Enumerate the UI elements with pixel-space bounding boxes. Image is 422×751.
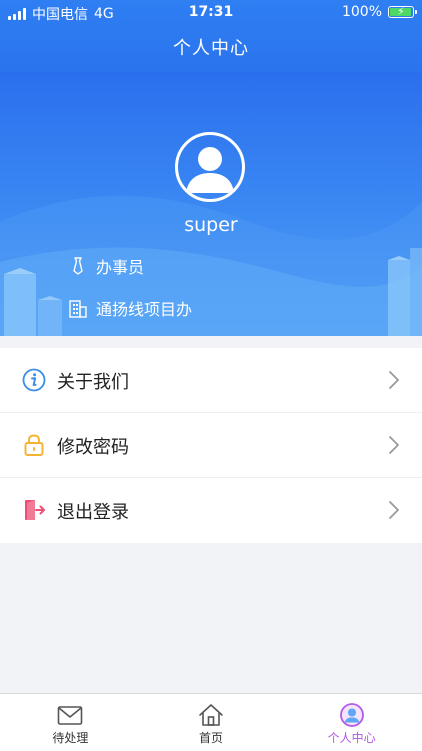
logout-icon bbox=[25, 500, 45, 520]
chevron-right-icon bbox=[389, 501, 399, 519]
department-row: 通扬线项目办 bbox=[68, 296, 192, 320]
tie-icon bbox=[68, 256, 88, 276]
status-bar: 中国电信 4G 17:31 100% ⚡ bbox=[0, 0, 422, 24]
top-bar: 中国电信 4G 17:31 100% ⚡ 个人中心 bbox=[0, 0, 422, 72]
tab-home[interactable]: 首页 bbox=[141, 694, 282, 751]
settings-menu: 关于我们 修改密码 退出登录 bbox=[0, 348, 422, 543]
page-title: 个人中心 bbox=[173, 38, 249, 59]
tab-label: 待处理 bbox=[52, 731, 89, 745]
chevron-right-icon bbox=[389, 371, 399, 389]
lock-icon bbox=[24, 434, 44, 456]
tab-label: 个人中心 bbox=[327, 731, 376, 745]
profile-banner: super 办事员 通扬线项目办 bbox=[0, 72, 422, 336]
menu-item-change-password[interactable]: 修改密码 bbox=[0, 413, 422, 478]
building-icon bbox=[68, 298, 88, 318]
department-label: 通扬线项目办 bbox=[96, 300, 193, 319]
mail-icon bbox=[58, 706, 83, 725]
tab-profile[interactable]: 个人中心 bbox=[281, 694, 422, 751]
menu-item-about[interactable]: 关于我们 bbox=[0, 348, 422, 413]
menu-item-label: 修改密码 bbox=[57, 437, 129, 458]
user-avatar-icon[interactable] bbox=[175, 132, 245, 202]
info-icon bbox=[22, 368, 46, 392]
tab-label: 首页 bbox=[199, 731, 224, 745]
menu-item-label: 退出登录 bbox=[57, 502, 129, 523]
chevron-right-icon bbox=[389, 436, 399, 454]
menu-item-logout[interactable]: 退出登录 bbox=[0, 478, 422, 543]
home-icon bbox=[199, 704, 223, 726]
tab-pending[interactable]: 待处理 bbox=[0, 694, 141, 751]
building-decoration-right bbox=[388, 248, 422, 336]
username: super bbox=[184, 214, 238, 236]
bottom-tab-bar: 待处理 首页 个人中心 bbox=[0, 693, 422, 751]
battery-percent: 100% bbox=[341, 4, 382, 20]
menu-item-label: 关于我们 bbox=[57, 372, 129, 393]
profile-icon bbox=[339, 703, 364, 727]
banner-wave-decoration bbox=[0, 195, 422, 336]
battery-icon: ⚡ bbox=[388, 5, 417, 18]
role-label: 办事员 bbox=[96, 258, 145, 277]
role-row: 办事员 bbox=[68, 254, 144, 278]
